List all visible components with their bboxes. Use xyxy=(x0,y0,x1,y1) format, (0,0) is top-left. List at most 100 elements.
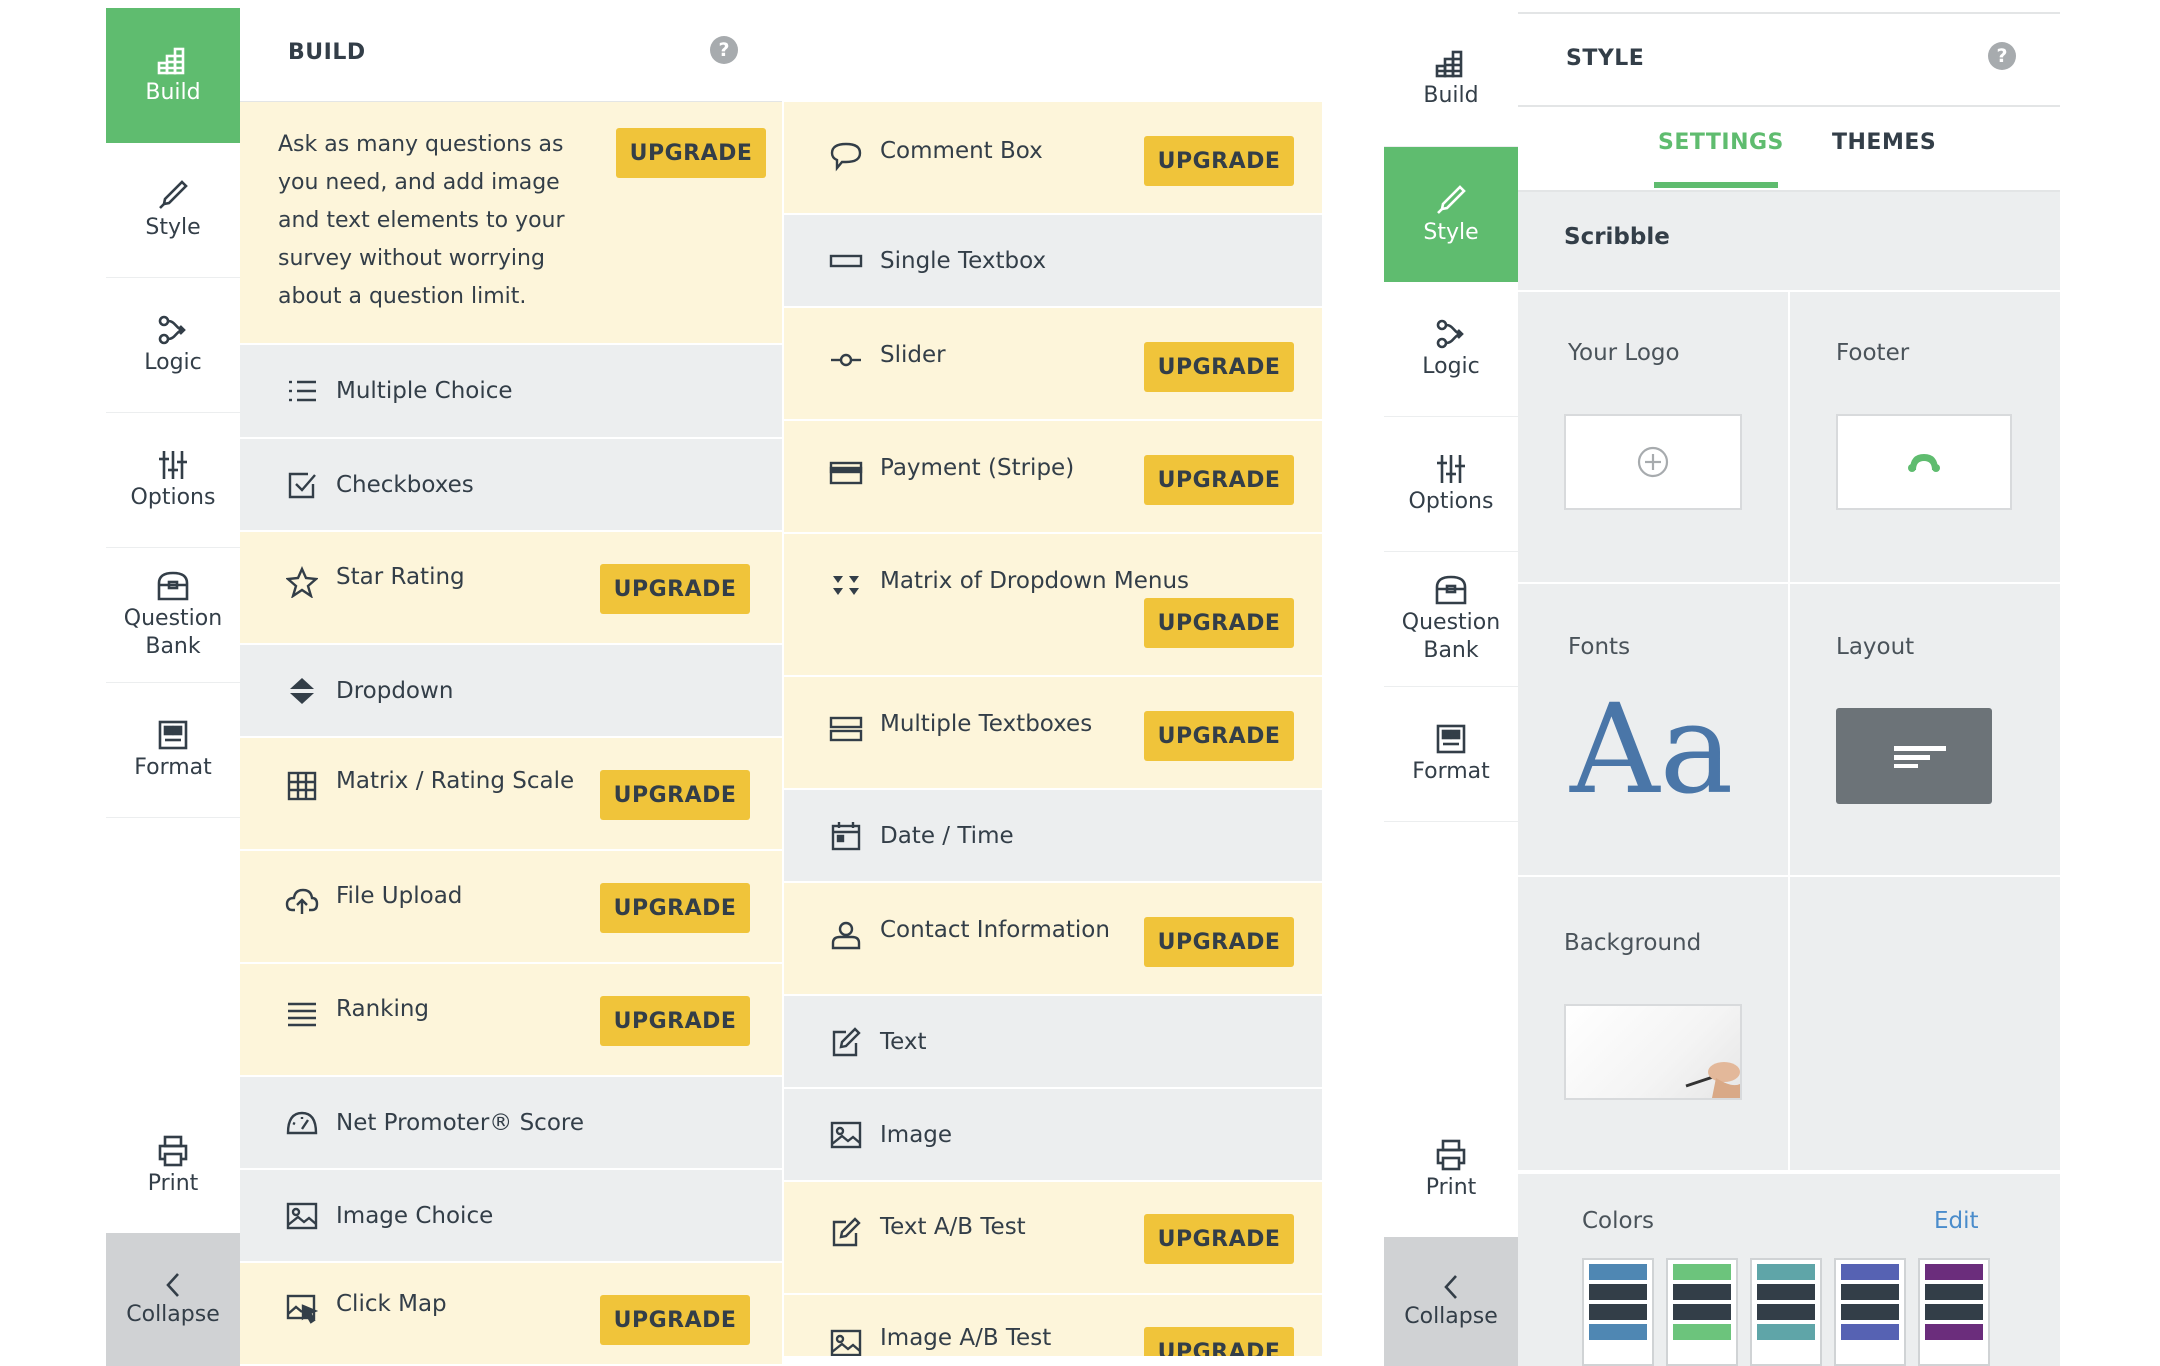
color-swatch[interactable] xyxy=(1582,1258,1654,1366)
question-type-single-textbox[interactable]: Single Textbox xyxy=(784,215,1322,308)
sidebar-item-build[interactable]: Build xyxy=(106,8,240,143)
logo-upload-box[interactable] xyxy=(1564,414,1742,510)
question-type-checkboxes[interactable]: Checkboxes xyxy=(240,439,782,532)
question-type-label: Image Choice xyxy=(336,1202,494,1229)
question-type-payment-stripe[interactable]: Payment (Stripe) UPGRADE xyxy=(784,421,1322,534)
upgrade-button[interactable]: UPGRADE xyxy=(1144,136,1294,186)
sidebar-item-style[interactable]: Style xyxy=(106,143,240,278)
upgrade-label: UPGRADE xyxy=(1157,610,1281,636)
logic-icon xyxy=(156,313,190,347)
question-type-date-time[interactable]: Date / Time xyxy=(784,790,1322,883)
slider-icon xyxy=(828,342,864,378)
question-type-slider[interactable]: Slider UPGRADE xyxy=(784,308,1322,421)
upgrade-label: UPGRADE xyxy=(1157,1339,1281,1358)
question-type-comment-box[interactable]: Comment Box UPGRADE xyxy=(784,102,1322,215)
question-type-click-map[interactable]: Click Map UPGRADE xyxy=(240,1263,782,1366)
fonts-label: Fonts xyxy=(1568,634,1631,660)
layout-label: Layout xyxy=(1836,634,1915,660)
sidebar-item-question-bank[interactable]: Question Bank xyxy=(106,548,240,683)
question-type-image-choice[interactable]: Image Choice xyxy=(240,1170,782,1263)
question-type-ranking[interactable]: Ranking UPGRADE xyxy=(240,964,782,1077)
sidebar-item-format[interactable]: Format xyxy=(106,683,240,818)
upgrade-button[interactable]: UPGRADE xyxy=(600,883,750,933)
sidebar-item-options[interactable]: Options xyxy=(1384,417,1518,552)
collapse-button[interactable]: Collapse xyxy=(106,1233,240,1366)
gauge-icon xyxy=(284,1105,320,1141)
upgrade-promo: Ask as many questions as you need, and a… xyxy=(240,102,782,345)
question-type-matrix-of-dropdown-menus[interactable]: Matrix of Dropdown Menus UPGRADE xyxy=(784,534,1322,677)
collapse-button[interactable]: Collapse xyxy=(1384,1237,1518,1366)
sidebar-item-style[interactable]: Style xyxy=(1384,147,1518,282)
sidebar-item-logic[interactable]: Logic xyxy=(1384,282,1518,417)
help-icon[interactable]: ? xyxy=(1988,42,2016,70)
question-type-label: Payment (Stripe) xyxy=(880,455,1075,481)
color-swatch[interactable] xyxy=(1918,1258,1990,1366)
question-type-label: Net Promoter® Score xyxy=(336,1109,585,1136)
format-icon xyxy=(156,718,190,752)
upgrade-label: UPGRADE xyxy=(1157,929,1281,955)
upgrade-button[interactable]: UPGRADE xyxy=(1144,711,1294,761)
color-swatch[interactable] xyxy=(1834,1258,1906,1366)
sidebar-label-question-bank-1: Question xyxy=(1401,610,1501,635)
upgrade-button[interactable]: UPGRADE xyxy=(600,1295,750,1345)
upgrade-button[interactable]: UPGRADE xyxy=(1144,342,1294,392)
upgrade-button[interactable]: UPGRADE xyxy=(600,770,750,820)
edit-colors-link[interactable]: Edit xyxy=(1934,1208,1979,1234)
upgrade-button[interactable]: UPGRADE xyxy=(1144,598,1294,648)
upgrade-label: UPGRADE xyxy=(629,140,753,166)
color-swatch[interactable] xyxy=(1666,1258,1738,1366)
upgrade-button[interactable]: UPGRADE xyxy=(1144,1214,1294,1264)
sidebar-item-question-bank[interactable]: Question Bank xyxy=(1384,552,1518,687)
upgrade-button[interactable]: UPGRADE xyxy=(600,996,750,1046)
question-type-dropdown[interactable]: Dropdown xyxy=(240,645,782,738)
tab-themes[interactable]: THEMES xyxy=(1832,130,1936,155)
question-type-label: Click Map xyxy=(336,1291,447,1317)
question-type-label: Multiple Choice xyxy=(336,378,513,404)
sidebar-label-print: Print xyxy=(147,1170,199,1196)
upgrade-button[interactable]: UPGRADE xyxy=(1144,1327,1294,1358)
click-map-icon xyxy=(284,1291,320,1327)
color-swatch[interactable] xyxy=(1750,1258,1822,1366)
upgrade-button[interactable]: UPGRADE xyxy=(616,128,766,178)
question-type-image-ab-test[interactable]: Image A/B Test UPGRADE xyxy=(784,1295,1322,1358)
promo-text: Ask as many questions as you need, and a… xyxy=(278,132,565,309)
style-panel-header: STYLE ? xyxy=(1518,12,2060,107)
question-type-net-promoter-score[interactable]: Net Promoter® Score xyxy=(240,1077,782,1170)
layout-preview[interactable] xyxy=(1836,708,1992,804)
question-type-multiple-choice[interactable]: Multiple Choice xyxy=(240,345,782,439)
question-type-file-upload[interactable]: File Upload UPGRADE xyxy=(240,851,782,964)
upgrade-label: UPGRADE xyxy=(1157,148,1281,174)
style-tabs: SETTINGS THEMES xyxy=(1518,108,2060,192)
fonts-sample[interactable]: Aa xyxy=(1570,680,1733,820)
sidebar-item-print[interactable]: Print xyxy=(106,1098,240,1233)
question-type-contact-information[interactable]: Contact Information UPGRADE xyxy=(784,883,1322,996)
question-type-star-rating[interactable]: Star Rating UPGRADE xyxy=(240,532,782,645)
upgrade-label: UPGRADE xyxy=(613,576,737,602)
question-type-label: Multiple Textboxes xyxy=(880,711,1093,737)
multi-textbox-icon xyxy=(828,711,864,747)
tab-settings[interactable]: SETTINGS xyxy=(1658,130,1784,155)
sidebar-label-build: Build xyxy=(145,79,201,105)
footer-box[interactable] xyxy=(1836,414,2012,510)
question-type-image[interactable]: Image xyxy=(784,1089,1322,1182)
help-icon[interactable]: ? xyxy=(710,36,738,64)
question-type-matrix-rating-scale[interactable]: Matrix / Rating Scale UPGRADE xyxy=(240,738,782,851)
divider xyxy=(1518,875,2060,877)
style-sidebar: Build Style Logic Options Question Bank … xyxy=(1384,12,1518,1366)
sidebar-item-logic[interactable]: Logic xyxy=(106,278,240,413)
sidebar-item-options[interactable]: Options xyxy=(106,413,240,548)
background-preview[interactable] xyxy=(1564,1004,1742,1100)
sidebar-item-print[interactable]: Print xyxy=(1384,1102,1518,1237)
collapse-label: Collapse xyxy=(126,1301,220,1327)
upgrade-button[interactable]: UPGRADE xyxy=(600,564,750,614)
colors-label: Colors xyxy=(1582,1208,1655,1234)
upgrade-button[interactable]: UPGRADE xyxy=(1144,917,1294,967)
upgrade-button[interactable]: UPGRADE xyxy=(1144,455,1294,505)
sidebar-item-build[interactable]: Build xyxy=(1384,12,1518,147)
question-type-text[interactable]: Text xyxy=(784,996,1322,1089)
sidebar-item-format[interactable]: Format xyxy=(1384,687,1518,822)
question-type-multiple-textboxes[interactable]: Multiple Textboxes UPGRADE xyxy=(784,677,1322,790)
build-panel-title: BUILD xyxy=(288,40,366,65)
question-type-text-ab-test[interactable]: Text A/B Test UPGRADE xyxy=(784,1182,1322,1295)
calendar-icon xyxy=(828,818,864,854)
